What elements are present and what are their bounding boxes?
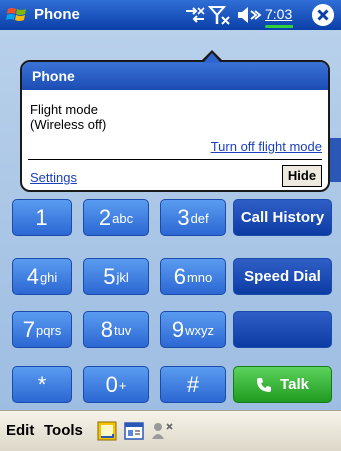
key-7[interactable]: 7 pqrs: [12, 311, 72, 348]
key-3[interactable]: 3 def: [160, 199, 226, 236]
windows-start-icon[interactable]: [6, 5, 28, 25]
blank-key[interactable]: [233, 311, 332, 348]
key-4[interactable]: 4 ghi: [12, 258, 72, 295]
key-5[interactable]: 5 jkl: [83, 258, 149, 295]
flight-mode-notification: Phone Flight mode (Wireless off) Turn of…: [20, 60, 330, 192]
battery-level: [265, 25, 293, 28]
speed-dial-button[interactable]: Speed Dial: [233, 258, 332, 295]
edit-menu[interactable]: Edit: [6, 411, 34, 451]
menu-bar: Edit Tools: [0, 410, 341, 451]
phone-icon: [257, 377, 272, 392]
close-icon[interactable]: [312, 4, 334, 26]
connectivity-icon[interactable]: [183, 0, 207, 30]
key-6[interactable]: 6 mno: [160, 258, 226, 295]
volume-icon[interactable]: [236, 0, 262, 30]
notes-icon[interactable]: [97, 421, 117, 441]
app-title: Phone: [34, 6, 80, 23]
turn-off-flight-mode-link[interactable]: Turn off flight mode: [211, 139, 322, 154]
voice-mute-icon[interactable]: [150, 421, 174, 441]
key-0[interactable]: 0 +: [83, 366, 149, 403]
hide-button[interactable]: Hide: [282, 165, 322, 187]
bubble-tail-inner: [203, 53, 221, 63]
signal-off-icon[interactable]: [208, 0, 232, 30]
divider: [28, 159, 322, 160]
key-2[interactable]: 2 abc: [83, 199, 149, 236]
tools-menu[interactable]: Tools: [44, 411, 83, 451]
call-history-button[interactable]: Call History: [233, 199, 332, 236]
contacts-card-icon[interactable]: [124, 421, 144, 441]
key-1[interactable]: 1: [12, 199, 72, 236]
key-hash[interactable]: #: [160, 366, 226, 403]
settings-link[interactable]: Settings: [30, 170, 77, 185]
key-9[interactable]: 9 wxyz: [160, 311, 226, 348]
notification-header: Phone: [22, 62, 328, 90]
key-star[interactable]: *: [12, 366, 72, 403]
title-bar: Phone 7:03: [0, 0, 341, 30]
key-8[interactable]: 8 tuv: [83, 311, 149, 348]
talk-button[interactable]: Talk: [233, 366, 332, 403]
notification-message: Flight mode (Wireless off): [30, 102, 107, 132]
